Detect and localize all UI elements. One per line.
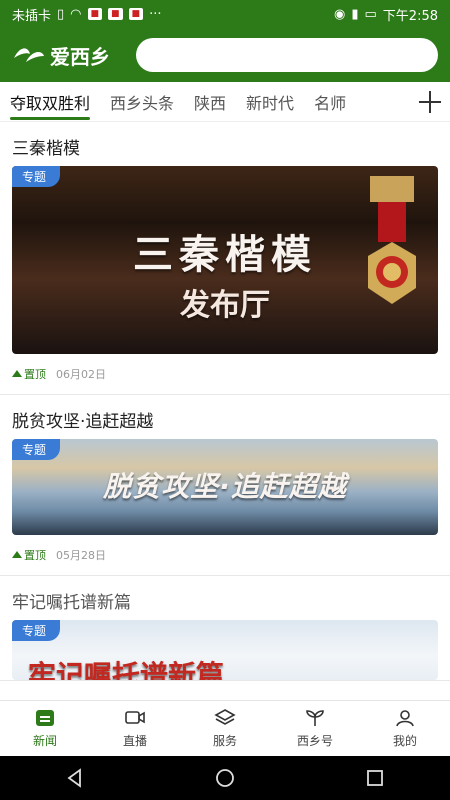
feed-item-title: 脱贫攻坚·追赶超越 — [12, 411, 154, 432]
battery-icon: ▭ — [364, 6, 377, 22]
app-bar: 爱西乡 — [0, 28, 450, 82]
eye-icon: ◉ — [334, 6, 346, 22]
more-icon: ··· — [149, 6, 162, 22]
live-icon — [125, 711, 145, 724]
sim-icon: ▯ — [57, 6, 65, 22]
nav-service[interactable]: 服务 — [180, 701, 270, 756]
recents-icon[interactable] — [364, 767, 386, 789]
status-right: ◉ ▮ ▭ 下午2:58 — [334, 5, 438, 24]
banner-headline: 牢记嘱托谱新篇 — [28, 659, 225, 680]
status-left: 未插卡 ▯ ◠ ■ ■ ■ ··· — [12, 5, 161, 24]
leaf-logo-icon — [14, 48, 44, 62]
pinned-label: 置顶 — [24, 368, 46, 381]
pin-arrow-icon — [12, 551, 22, 558]
bottom-nav: 新闻 直播 服务 西乡号 我的 — [0, 700, 450, 756]
tab-2[interactable]: 陕西 — [194, 82, 226, 122]
nav-live-label: 直播 — [122, 734, 147, 748]
app-logo[interactable]: 爱西乡 — [12, 40, 122, 70]
layers-icon — [214, 709, 236, 725]
tab-3[interactable]: 新时代 — [246, 82, 294, 122]
notification-badge-2: ■ — [108, 8, 123, 20]
nav-xixiang-label: 西乡号 — [296, 734, 333, 748]
tab-1[interactable]: 西乡头条 — [110, 82, 174, 122]
logo-text: 爱西乡 — [50, 44, 110, 69]
nav-xixiang-account[interactable]: 西乡号 — [270, 701, 360, 756]
wifi-icon: ◠ — [70, 6, 82, 22]
news-feed: 三秦楷模 专题 三秦楷模 发布厅 置顶 06月02日 脱贫攻坚·追赶超越 专题 — [0, 122, 450, 700]
status-bar: 未插卡 ▯ ◠ ■ ■ ■ ··· ◉ ▮ ▭ 下午2:58 — [0, 0, 450, 28]
feed-item[interactable]: 牢记嘱托谱新篇 专题 牢记嘱托谱新篇 — [0, 576, 450, 681]
nav-live[interactable]: 直播 — [90, 701, 180, 756]
nav-news-label: 新闻 — [32, 734, 57, 748]
vibrate-icon: ▮ — [351, 6, 359, 22]
banner-headline: 脱贫攻坚·追赶超越 — [103, 470, 347, 503]
notification-badge-1: ■ — [87, 8, 103, 20]
pinned-tag: 置顶 — [12, 366, 46, 382]
pinned-tag: 置顶 — [12, 547, 46, 563]
topic-badge: 专题 — [12, 166, 61, 187]
feed-item[interactable]: 脱贫攻坚·追赶超越 专题 脱贫攻坚·追赶超越 置顶 05月28日 — [0, 395, 450, 576]
feed-item-date: 06月02日 — [56, 368, 106, 381]
pinned-label: 置顶 — [24, 549, 46, 562]
channel-tabs: 夺取双胜利 西乡头条 陕西 新时代 名师 — [0, 82, 450, 122]
feed-banner-image[interactable]: 专题 脱贫攻坚·追赶超越 — [12, 439, 438, 535]
pin-arrow-icon — [12, 370, 22, 377]
sprout-icon — [306, 710, 324, 726]
nav-news[interactable]: 新闻 — [0, 701, 90, 756]
tab-4[interactable]: 名师 — [314, 82, 346, 122]
feed-item-title: 牢记嘱托谱新篇 — [12, 592, 131, 613]
notification-badge-3: ■ — [128, 8, 144, 20]
feed-item-title: 三秦楷模 — [12, 138, 80, 159]
back-icon[interactable] — [64, 767, 86, 789]
feed-banner-image[interactable]: 专题 三秦楷模 发布厅 — [12, 166, 438, 354]
news-icon — [36, 710, 54, 726]
feed-banner-image[interactable]: 专题 牢记嘱托谱新篇 — [12, 620, 438, 680]
system-nav-bar — [0, 756, 450, 800]
medal-icon — [368, 176, 416, 304]
carrier-text: 未插卡 — [12, 8, 52, 24]
nav-profile-label: 我的 — [392, 734, 417, 748]
search-input[interactable] — [136, 38, 438, 72]
feed-item-meta: 置顶 06月02日 — [12, 354, 438, 394]
topic-badge: 专题 — [12, 439, 61, 460]
time-text: 下午2:58 — [382, 8, 438, 24]
topic-badge: 专题 — [12, 620, 61, 641]
feed-item-meta: 置顶 05月28日 — [12, 535, 438, 575]
feed-item[interactable]: 三秦楷模 专题 三秦楷模 发布厅 置顶 06月02日 — [0, 122, 450, 395]
user-icon — [396, 710, 414, 727]
home-icon[interactable] — [214, 767, 236, 789]
nav-profile[interactable]: 我的 — [360, 701, 450, 756]
feed-item-date: 05月28日 — [56, 549, 106, 562]
nav-service-label: 服务 — [212, 734, 237, 748]
tab-0[interactable]: 夺取双胜利 — [10, 82, 91, 122]
add-channel-icon[interactable] — [418, 90, 442, 114]
